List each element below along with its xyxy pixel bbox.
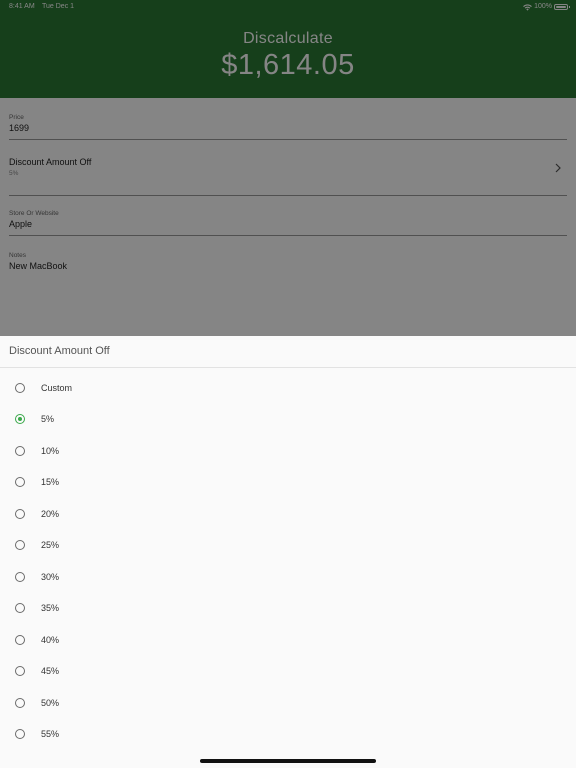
discount-option[interactable]: 50% xyxy=(0,688,576,719)
option-label: 25% xyxy=(41,540,60,551)
radio-icon[interactable] xyxy=(15,445,25,456)
discount-picker-sheet: Discount Amount Off Custom 5% 10% 15% 20% 25%… xyxy=(0,336,576,768)
discount-option[interactable]: 55% xyxy=(0,719,576,750)
option-label: Custom xyxy=(41,383,73,393)
discount-option[interactable]: 15% xyxy=(0,467,576,498)
discount-option[interactable]: 45% xyxy=(0,656,576,687)
radio-icon[interactable] xyxy=(15,540,25,551)
option-label: 55% xyxy=(41,728,60,739)
radio-icon[interactable] xyxy=(15,603,25,614)
option-label: 40% xyxy=(41,634,60,645)
sheet-header: Discount Amount Off xyxy=(0,336,576,368)
radio-icon[interactable] xyxy=(15,728,25,739)
option-label: 10% xyxy=(41,445,60,456)
radio-icon[interactable] xyxy=(15,477,25,488)
option-label: 5% xyxy=(41,414,55,425)
option-label: 45% xyxy=(41,666,60,677)
option-label: 15% xyxy=(41,477,60,488)
discount-option[interactable]: 25% xyxy=(0,530,576,561)
discount-option[interactable]: Custom xyxy=(0,373,576,404)
option-label: 20% xyxy=(41,508,60,519)
radio-icon[interactable] xyxy=(15,666,25,677)
option-label: 35% xyxy=(41,603,60,614)
radio-icon[interactable] xyxy=(15,571,25,582)
discount-option[interactable]: 30% xyxy=(0,562,576,593)
discount-option[interactable]: 35% xyxy=(0,593,576,624)
radio-selected-icon[interactable] xyxy=(15,414,25,425)
discount-option[interactable]: 20% xyxy=(0,499,576,530)
radio-icon[interactable] xyxy=(15,697,25,708)
sheet-title: Discount Amount Off xyxy=(9,345,110,357)
discount-option[interactable]: 10% xyxy=(0,436,576,467)
radio-icon[interactable] xyxy=(15,634,25,645)
discount-option[interactable]: 40% xyxy=(0,625,576,656)
option-label: 50% xyxy=(41,697,60,708)
option-label: 30% xyxy=(41,571,60,582)
radio-icon[interactable] xyxy=(15,383,25,393)
home-indicator xyxy=(200,759,376,763)
discount-option[interactable]: 5% xyxy=(0,404,576,435)
radio-icon[interactable] xyxy=(15,508,25,519)
